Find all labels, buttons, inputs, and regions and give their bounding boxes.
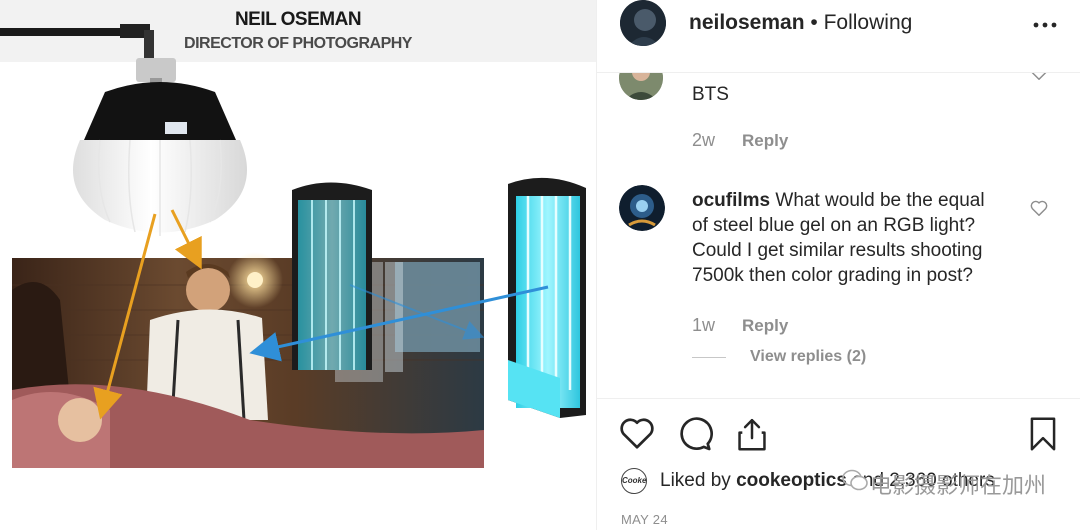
comment-list[interactable]: BTS 2w Reply ocufilms What would be the … [597,72,1080,398]
comment-text: BTS [692,84,729,105]
comment-line-4: 7500k then color grading in post? [692,265,973,286]
bookmark-icon[interactable] [1027,416,1059,452]
comment-body: BTS [692,82,729,107]
heart-icon[interactable] [619,416,655,450]
likes-prefix: Liked by [660,470,731,491]
lighting-diagram [0,24,586,468]
post-date: MAY 24 [621,512,668,527]
liker-avatar[interactable]: Cooke [621,468,647,494]
author-avatar[interactable] [620,0,666,46]
author-avatar-image [620,0,666,46]
commenter-handle[interactable]: ocufilms [692,190,770,211]
follow-status[interactable]: Following [824,11,913,34]
comment-line-2: of steel blue gel on an RGB light? [692,215,976,236]
share-icon[interactable] [735,416,769,452]
lantern-softbox [72,82,248,236]
author-username[interactable]: neiloseman [689,11,805,34]
commenter-avatar[interactable] [619,72,663,100]
comment-like-heart-icon[interactable] [1030,72,1048,80]
tube-light-right [508,177,586,418]
view-replies-button[interactable]: View replies (2) [750,348,866,366]
boom-arm [0,24,176,92]
post-header: neiloseman • Following [597,0,1080,73]
ellipsis-icon[interactable] [1033,20,1057,30]
wechat-icon [842,469,868,491]
commenter-avatar-image [619,185,665,231]
comment-age: 2w [692,130,716,150]
post-actions: Cooke Liked by cookeoptics and 2,360 oth… [597,398,1080,531]
comment-body: ocufilms What would be the equal of stee… [692,188,985,288]
comment-line-3: Could I get similar results shooting [692,240,983,261]
watermark-text: 电影摄影师在加州 [870,473,1047,498]
film-still [12,252,484,468]
comment-like-heart-icon[interactable] [1030,200,1048,216]
author-line: neiloseman • Following [689,11,912,35]
comments-panel: neiloseman • Following BTS 2w Reply ocuf… [596,0,1080,531]
comment-age: 1w [692,315,716,335]
commenter-avatar-image [619,72,663,100]
comment-line-1: What would be the equal [775,190,985,211]
commenter-avatar[interactable] [619,185,665,231]
liked-by-user[interactable]: cookeoptics [736,470,847,491]
comment-icon[interactable] [677,416,713,452]
view-replies-divider [692,357,726,358]
reply-button[interactable]: Reply [742,131,788,151]
post-image: NEIL OSEMAN DIRECTOR OF PHOTOGRAPHY [0,0,596,530]
reply-button[interactable]: Reply [742,316,788,336]
header-separator: • [810,11,818,34]
